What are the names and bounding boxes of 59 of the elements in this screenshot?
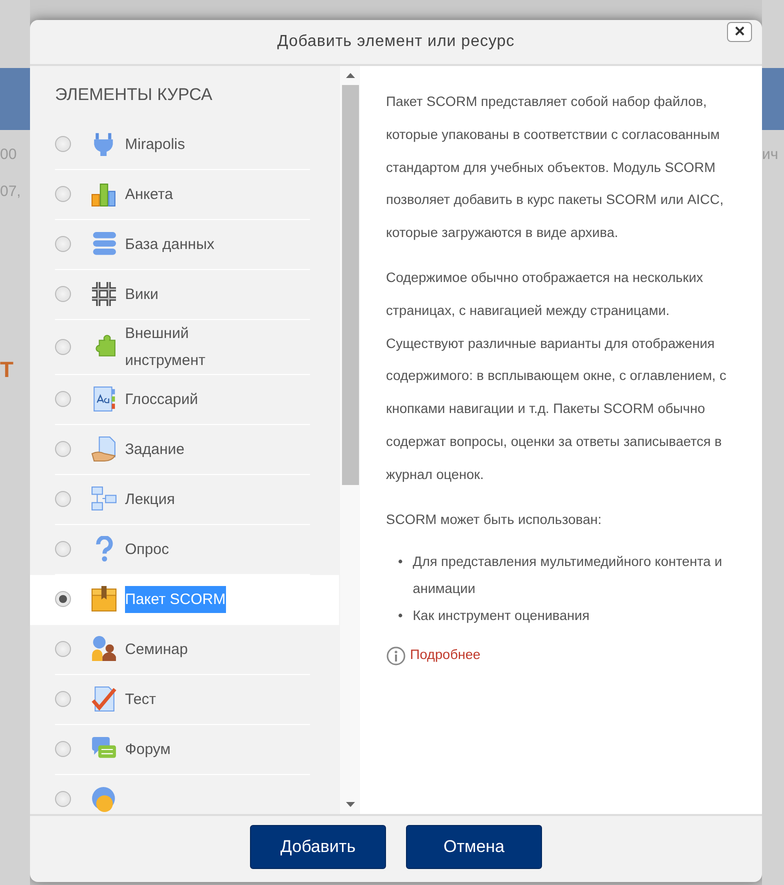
close-button[interactable]: ×: [727, 22, 752, 42]
radio-button[interactable]: [55, 186, 71, 202]
item-label[interactable]: Анкета: [125, 180, 173, 208]
bubble-icon: [91, 786, 117, 812]
people-icon: [91, 636, 117, 662]
radio-button[interactable]: [55, 236, 71, 252]
background-text: ич: [762, 145, 780, 165]
item-label[interactable]: Mirapolis: [125, 130, 186, 158]
item-label[interactable]: Глоссарий: [125, 386, 198, 412]
radio-button[interactable]: [55, 641, 71, 657]
item-label[interactable]: Семинар: [125, 636, 188, 662]
item-label[interactable]: Задание: [125, 436, 185, 462]
item-label[interactable]: Форум: [125, 736, 171, 762]
description-text: Пакет SCORM представляет собой набор файлов, которые упакованы в соответствии с согласованным стандартом для учебных объектов. Модуль SCORM позволяет добавить в курс пакеты SCORM или AICC, которые загружаются в виде архива.: [386, 93, 724, 242]
checkmark-document-icon: [91, 686, 117, 712]
bullet-item: Как инструмент оценивания: [412, 607, 590, 626]
item-label[interactable]: Внешний инструмент: [125, 320, 235, 374]
radio-button[interactable]: [55, 541, 71, 557]
header-band: [762, 68, 784, 130]
item-label[interactable]: Тест: [125, 686, 156, 712]
item-label[interactable]: Лекция: [125, 486, 175, 512]
header-band: [0, 68, 30, 130]
item-label[interactable]: Опрос: [125, 536, 169, 562]
box-icon: [91, 586, 117, 612]
info-icon: [386, 646, 406, 666]
bar-chart-icon: [91, 181, 117, 207]
section-heading: ЭЛЕМЕНТЫ КУРСА: [55, 84, 214, 106]
radio-button[interactable]: [55, 338, 71, 354]
bullet-marker: •: [398, 553, 403, 572]
radio-button[interactable]: [55, 691, 71, 707]
radio-button[interactable]: [55, 391, 71, 407]
item-label[interactable]: Вики: [125, 280, 158, 308]
radio-button[interactable]: [55, 491, 71, 507]
background-text: 07,: [0, 182, 22, 202]
radio-button[interactable]: [55, 591, 71, 607]
radio-button[interactable]: [55, 286, 71, 302]
radio-button[interactable]: [55, 791, 71, 807]
description-text: Содержимое обычно отображается на нескольких страницах, с навигацией между страницами. Существуют различные варианты для отображения содержимого: в всплывающем окне, с оглавлением, с кнопками навигации и т.д. Пакеты SCORM обычно содержат вопросы, оценки за ответы записывается в журнал оценок.: [386, 268, 728, 484]
flowchart-icon: [91, 486, 117, 512]
scrollbar-thumb[interactable]: [342, 85, 358, 485]
more-link[interactable]: Подробнее: [410, 639, 480, 672]
bullet-marker: •: [398, 607, 403, 626]
database-icon: [91, 231, 117, 257]
radio-button[interactable]: [55, 441, 71, 457]
cancel-button[interactable]: Отмена: [406, 825, 542, 869]
item-label[interactable]: База данных: [125, 230, 214, 258]
add-button[interactable]: Добавить: [250, 825, 386, 869]
hand-document-icon: [91, 436, 117, 462]
grid-icon: [91, 281, 117, 307]
scroll-down-arrow[interactable]: [346, 802, 354, 807]
book-icon: [91, 386, 117, 412]
radio-button[interactable]: [55, 741, 71, 757]
description-text: SCORM может быть использован:: [386, 510, 603, 529]
background-text: 00: [0, 145, 18, 165]
radio-button[interactable]: [55, 136, 71, 152]
dialog-title: Добавить элемент или ресурс: [277, 32, 515, 52]
bullet-item: Для представления мультимедийного контента и анимации: [412, 553, 724, 598]
scroll-up-arrow[interactable]: [346, 73, 354, 78]
background-text: T: [0, 356, 14, 384]
